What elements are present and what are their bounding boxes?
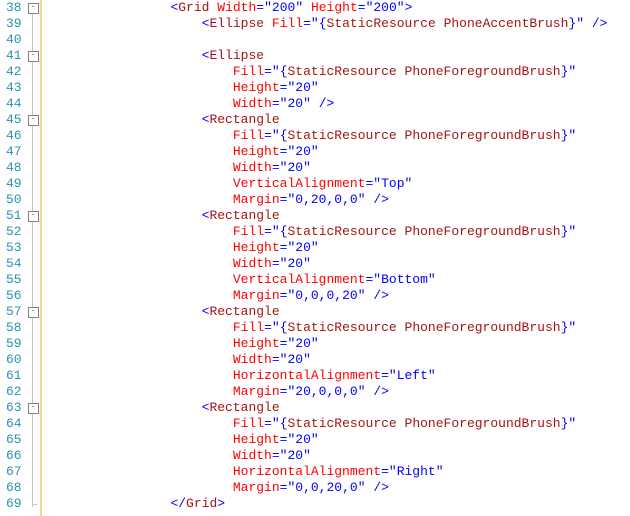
code-line[interactable]: Width="20" bbox=[46, 352, 630, 368]
line-number: 43 bbox=[6, 80, 22, 96]
code-line[interactable]: Margin="0,20,0,0" /> bbox=[46, 192, 630, 208]
code-line[interactable]: Margin="20,0,0,0" /> bbox=[46, 384, 630, 400]
code-line[interactable]: HorizontalAlignment="Left" bbox=[46, 368, 630, 384]
line-number: 56 bbox=[6, 288, 22, 304]
line-number: 58 bbox=[6, 320, 22, 336]
code-line[interactable]: <Rectangle bbox=[46, 208, 630, 224]
fold-toggle[interactable]: - bbox=[28, 307, 39, 318]
line-number: 40 bbox=[6, 32, 22, 48]
line-number: 69 bbox=[6, 496, 22, 512]
code-line[interactable]: Width="20" bbox=[46, 256, 630, 272]
code-line[interactable]: VerticalAlignment="Top" bbox=[46, 176, 630, 192]
code-line[interactable]: Height="20" bbox=[46, 144, 630, 160]
code-editor[interactable]: 3839404142434445464748495051525354555657… bbox=[0, 0, 630, 516]
code-line[interactable]: Height="20" bbox=[46, 240, 630, 256]
code-line[interactable]: <Ellipse bbox=[46, 48, 630, 64]
code-line[interactable]: Height="20" bbox=[46, 80, 630, 96]
code-line[interactable]: </Grid> bbox=[46, 496, 630, 512]
code-line[interactable]: <Rectangle bbox=[46, 400, 630, 416]
line-number: 41 bbox=[6, 48, 22, 64]
code-line[interactable]: Fill="{StaticResource PhoneForegroundBru… bbox=[46, 64, 630, 80]
line-number: 42 bbox=[6, 64, 22, 80]
line-number: 55 bbox=[6, 272, 22, 288]
line-number: 51 bbox=[6, 208, 22, 224]
line-number: 47 bbox=[6, 144, 22, 160]
line-number: 45 bbox=[6, 112, 22, 128]
code-line[interactable]: <Ellipse Fill="{StaticResource PhoneAcce… bbox=[46, 16, 630, 32]
code-line[interactable] bbox=[46, 32, 630, 48]
code-area[interactable]: <Grid Width="200" Height="200"> <Ellipse… bbox=[42, 0, 630, 516]
fold-toggle[interactable]: - bbox=[28, 3, 39, 14]
line-number: 46 bbox=[6, 128, 22, 144]
fold-toggle[interactable]: - bbox=[28, 211, 39, 222]
line-number: 64 bbox=[6, 416, 22, 432]
line-number-gutter: 3839404142434445464748495051525354555657… bbox=[0, 0, 26, 516]
line-number: 53 bbox=[6, 240, 22, 256]
code-line[interactable]: Fill="{StaticResource PhoneForegroundBru… bbox=[46, 128, 630, 144]
code-line[interactable]: <Rectangle bbox=[46, 304, 630, 320]
fold-toggle[interactable]: - bbox=[28, 115, 39, 126]
line-number: 59 bbox=[6, 336, 22, 352]
code-line[interactable]: <Rectangle bbox=[46, 112, 630, 128]
code-line[interactable]: Width="20" bbox=[46, 160, 630, 176]
line-number: 54 bbox=[6, 256, 22, 272]
line-number: 49 bbox=[6, 176, 22, 192]
code-line[interactable]: Fill="{StaticResource PhoneForegroundBru… bbox=[46, 320, 630, 336]
line-number: 44 bbox=[6, 96, 22, 112]
code-line[interactable]: VerticalAlignment="Bottom" bbox=[46, 272, 630, 288]
code-line[interactable]: Margin="0,0,20,0" /> bbox=[46, 480, 630, 496]
line-number: 48 bbox=[6, 160, 22, 176]
line-number: 68 bbox=[6, 480, 22, 496]
line-number: 50 bbox=[6, 192, 22, 208]
code-line[interactable]: Height="20" bbox=[46, 336, 630, 352]
code-line[interactable]: Width="20" bbox=[46, 448, 630, 464]
line-number: 52 bbox=[6, 224, 22, 240]
fold-toggle[interactable]: - bbox=[28, 403, 39, 414]
line-number: 63 bbox=[6, 400, 22, 416]
code-line[interactable]: <Grid Width="200" Height="200"> bbox=[46, 0, 630, 16]
code-line[interactable]: Margin="0,0,0,20" /> bbox=[46, 288, 630, 304]
fold-toggle[interactable]: - bbox=[28, 51, 39, 62]
line-number: 61 bbox=[6, 368, 22, 384]
code-line[interactable]: HorizontalAlignment="Right" bbox=[46, 464, 630, 480]
fold-column[interactable]: - - - - - - bbox=[26, 0, 40, 516]
code-line[interactable]: Width="20" /> bbox=[46, 96, 630, 112]
line-number: 65 bbox=[6, 432, 22, 448]
code-line[interactable]: Fill="{StaticResource PhoneForegroundBru… bbox=[46, 416, 630, 432]
line-number: 57 bbox=[6, 304, 22, 320]
line-number: 38 bbox=[6, 0, 22, 16]
line-number: 60 bbox=[6, 352, 22, 368]
code-line[interactable]: Fill="{StaticResource PhoneForegroundBru… bbox=[46, 224, 630, 240]
line-number: 39 bbox=[6, 16, 22, 32]
line-number: 66 bbox=[6, 448, 22, 464]
code-line[interactable]: Height="20" bbox=[46, 432, 630, 448]
line-number: 67 bbox=[6, 464, 22, 480]
line-number: 62 bbox=[6, 384, 22, 400]
